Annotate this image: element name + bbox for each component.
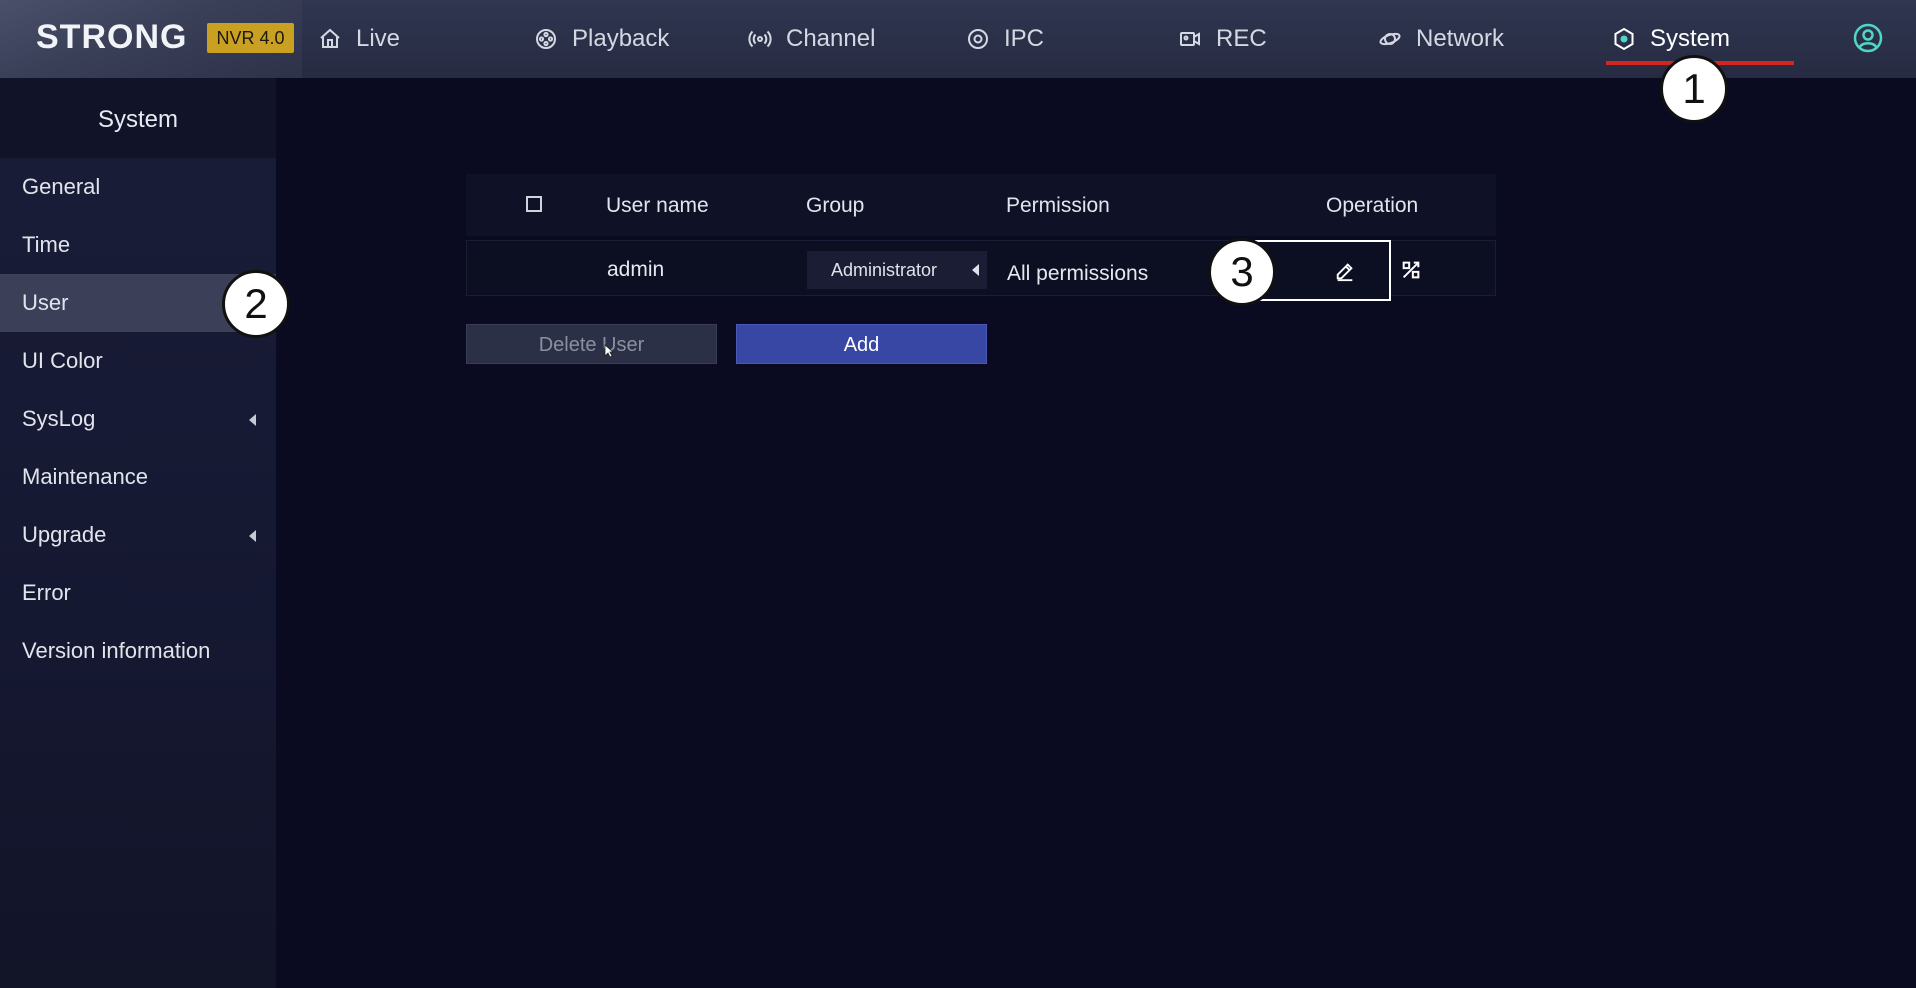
dropdown-arrow-icon bbox=[972, 264, 979, 276]
nav-network[interactable]: Network bbox=[1378, 0, 1504, 78]
column-header-permission: Permission bbox=[1006, 194, 1110, 217]
column-header-username: User name bbox=[606, 194, 709, 217]
video-camera-icon bbox=[1180, 32, 1200, 46]
hexagon-settings-icon bbox=[1614, 27, 1634, 51]
nav-ipc-label: IPC bbox=[1004, 25, 1045, 52]
group-dropdown[interactable]: Administrator bbox=[807, 251, 987, 289]
column-header-group: Group bbox=[806, 194, 865, 217]
sidebar-item-ui-color[interactable]: UI Color bbox=[0, 332, 276, 390]
pencil-icon bbox=[1336, 263, 1353, 282]
callout-marker-2: 2 bbox=[222, 270, 290, 338]
user-table-header: User name Group Permission Operation bbox=[466, 174, 1496, 236]
nav-live[interactable]: Live bbox=[318, 0, 400, 78]
permission-settings-icon[interactable] bbox=[1400, 259, 1422, 281]
nav-rec[interactable]: REC bbox=[1178, 0, 1267, 78]
callout-marker-1: 1 bbox=[1660, 55, 1728, 123]
camera-lens-icon bbox=[968, 29, 988, 49]
group-dropdown-value: Administrator bbox=[831, 260, 938, 280]
cell-username: admin bbox=[607, 258, 665, 281]
expand-arrow-icon bbox=[249, 414, 256, 426]
nav-channel[interactable]: Channel bbox=[748, 0, 875, 78]
sidebar-item-label: General bbox=[22, 174, 101, 199]
sidebar-item-label: Upgrade bbox=[22, 522, 107, 547]
sidebar-item-general[interactable]: General bbox=[0, 158, 276, 216]
brand-logo: STRONG bbox=[36, 18, 188, 56]
sidebar-item-label: UI Color bbox=[22, 348, 103, 373]
signal-icon bbox=[748, 30, 772, 48]
nav-channel-label: Channel bbox=[786, 25, 876, 52]
nav-ipc[interactable]: IPC bbox=[966, 0, 1044, 78]
column-header-operation: Operation bbox=[1326, 194, 1419, 217]
nav-rec-label: REC bbox=[1216, 25, 1267, 52]
nav-playback-label: Playback bbox=[572, 25, 670, 52]
version-badge: NVR 4.0 bbox=[207, 23, 294, 53]
select-all-checkbox[interactable] bbox=[526, 196, 542, 212]
sidebar-item-label: User bbox=[22, 290, 69, 315]
brand-area: STRONG NVR 4.0 bbox=[0, 0, 302, 78]
home-icon bbox=[320, 28, 340, 48]
add-user-button[interactable]: Add bbox=[736, 324, 987, 364]
delete-user-button[interactable]: Delete User bbox=[466, 324, 717, 364]
sidebar-item-version-information[interactable]: Version information bbox=[0, 622, 276, 680]
sidebar-item-time[interactable]: Time bbox=[0, 216, 276, 274]
nav-playback[interactable]: Playback bbox=[534, 0, 669, 78]
sidebar-item-syslog[interactable]: SysLog bbox=[0, 390, 276, 448]
callout-marker-3: 3 bbox=[1208, 238, 1276, 306]
mouse-cursor-icon bbox=[604, 344, 614, 358]
sidebar-item-error[interactable]: Error bbox=[0, 564, 276, 622]
film-reel-icon bbox=[536, 29, 556, 49]
cell-permission: All permissions bbox=[1007, 262, 1149, 285]
sidebar-item-upgrade[interactable]: Upgrade bbox=[0, 506, 276, 564]
sidebar-item-label: Error bbox=[22, 580, 71, 605]
sidebar-title: System bbox=[0, 78, 276, 158]
sidebar-item-label: Version information bbox=[22, 638, 211, 663]
nav-live-label: Live bbox=[356, 25, 401, 52]
sidebar-item-label: Time bbox=[22, 232, 71, 257]
nav-system-label: System bbox=[1650, 25, 1731, 52]
top-navigation-bar: STRONG NVR 4.0 Live Playback Channel IPC… bbox=[0, 0, 1916, 78]
sidebar-item-label: SysLog bbox=[22, 406, 96, 431]
nav-network-label: Network bbox=[1416, 25, 1505, 52]
sidebar-item-maintenance[interactable]: Maintenance bbox=[0, 448, 276, 506]
sidebar: System General Time User UI Color SysLog… bbox=[0, 78, 276, 988]
globe-orbit-icon bbox=[1379, 32, 1401, 46]
user-account-icon[interactable] bbox=[1852, 22, 1884, 54]
expand-arrow-icon bbox=[249, 530, 256, 542]
sidebar-item-label: Maintenance bbox=[22, 464, 148, 489]
